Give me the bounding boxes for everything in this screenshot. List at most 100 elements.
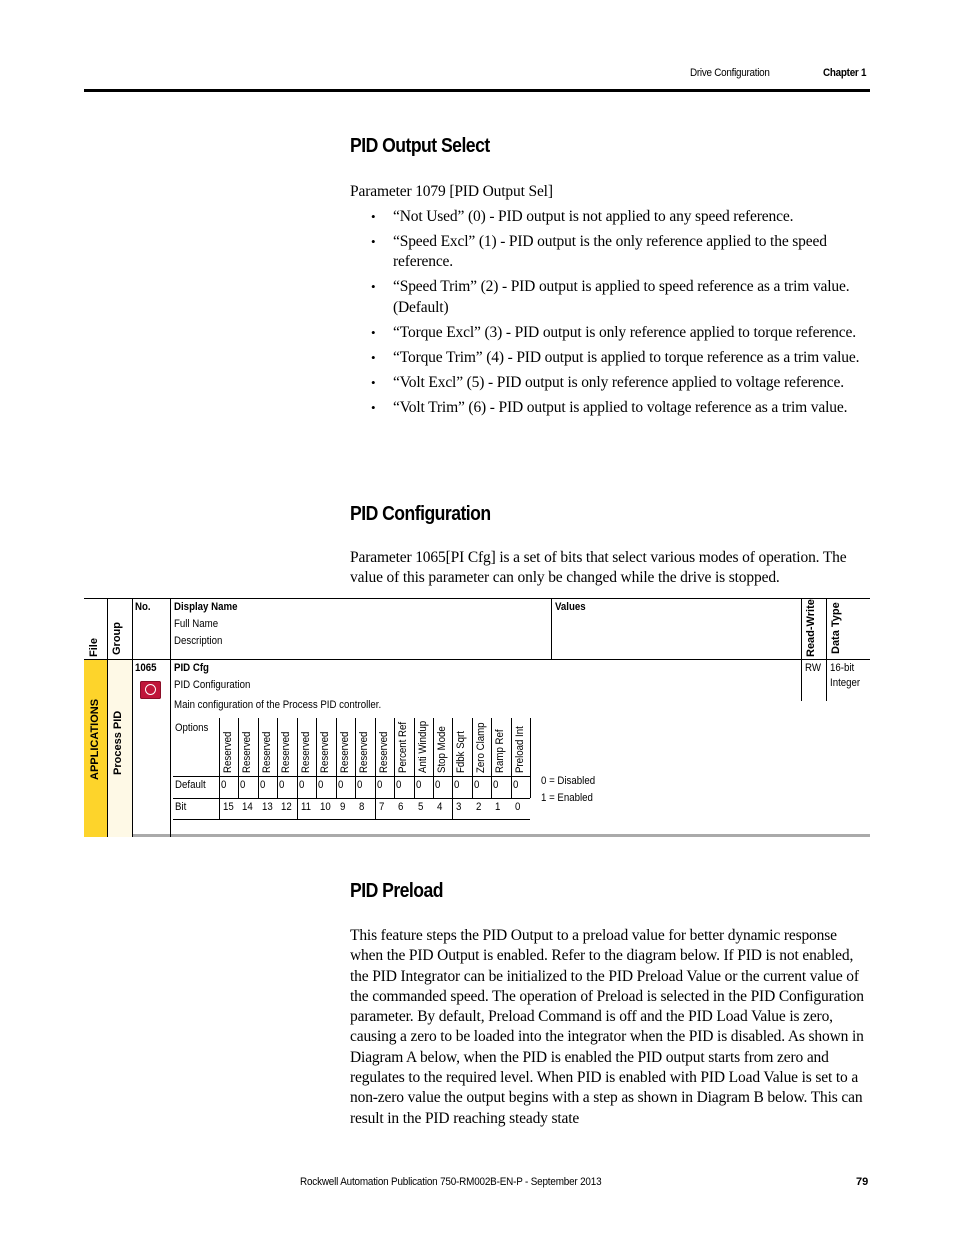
bit-option-label: Reserved xyxy=(377,731,390,773)
bit-default-value: 0 xyxy=(357,779,363,791)
header-rule xyxy=(84,89,870,92)
header-read-write: Read-Write xyxy=(805,599,817,657)
header-values: Values xyxy=(555,601,586,613)
row-label-bit: Bit xyxy=(175,801,187,813)
list-item: “Speed Excl” (1) - PID output is the onl… xyxy=(350,232,870,273)
bits-col-divider xyxy=(510,718,512,776)
bit-number: 9 xyxy=(339,801,346,813)
header-display-name: Display Name xyxy=(174,601,238,613)
bit-default-value: 0 xyxy=(221,779,227,791)
bits-col-divider xyxy=(335,718,337,776)
heading-pid-output-select: PID Output Select xyxy=(350,135,490,157)
value-legend-enabled: 1 = Enabled xyxy=(541,792,593,804)
bits-col-divider xyxy=(277,718,279,776)
bit-option-label: Reserved xyxy=(222,731,234,773)
bit-number: 8 xyxy=(359,801,365,813)
bits-col-divider xyxy=(296,718,298,776)
table-top-border xyxy=(84,598,870,599)
col-divider xyxy=(132,598,133,837)
col-divider xyxy=(801,598,802,701)
bits-col-divider xyxy=(491,718,493,776)
bit-number: 3 xyxy=(456,801,462,813)
bit-number: 0 xyxy=(514,801,521,813)
header-file: File xyxy=(88,638,100,657)
param-display-name: PID Cfg xyxy=(174,662,209,674)
bit-option-label: Reserved xyxy=(358,731,371,773)
bit-number: 14 xyxy=(242,801,254,813)
param-data-type-kind: Integer xyxy=(830,677,861,689)
header-full-name: Full Name xyxy=(174,618,219,630)
pid-configuration-text: Parameter 1065[PI Cfg] is a set of bits … xyxy=(350,549,847,587)
col-divider xyxy=(551,598,552,660)
bit-default-value: 0 xyxy=(415,779,421,791)
bits-col-divider xyxy=(219,776,220,798)
bit-number: 11 xyxy=(300,801,311,813)
heading-pid-configuration: PID Configuration xyxy=(350,503,491,525)
file-applications: APPLICATIONS xyxy=(89,698,101,780)
bit-option-label: Reserved xyxy=(319,731,332,773)
bits-col-divider xyxy=(530,718,532,798)
bit-option-label: Ramp Ref xyxy=(494,729,507,773)
bits-col-divider xyxy=(510,776,512,798)
group-process-pid: Process PID xyxy=(112,710,124,775)
bits-row-divider xyxy=(173,819,531,820)
bits-col-divider xyxy=(219,718,220,776)
list-item: “Volt Excl” (5) - PID output is only ref… xyxy=(350,373,870,394)
bits-col-divider xyxy=(238,718,240,776)
bit-option-label: Reserved xyxy=(299,731,312,773)
bits-row-divider xyxy=(173,776,531,777)
param-read-write: RW xyxy=(805,662,821,674)
bit-default-value: 0 xyxy=(512,779,519,791)
bit-option-label: Percent Ref xyxy=(397,721,410,773)
bit-default-value: 0 xyxy=(396,779,402,791)
bits-col-divider xyxy=(355,776,357,798)
running-header-section: Drive Configuration xyxy=(690,67,770,79)
bits-col-divider xyxy=(394,718,396,776)
bit-default-value: 0 xyxy=(298,779,305,791)
list-item: “Torque Trim” (4) - PID output is applie… xyxy=(350,348,870,369)
bit-default-value: 0 xyxy=(318,779,324,791)
bit-option-label: Preload Int xyxy=(513,726,526,773)
bit-default-value: 0 xyxy=(493,779,499,791)
bits-nibble-divider xyxy=(374,798,376,819)
bit-option-label: Zero Clamp xyxy=(474,722,487,773)
bits-col-divider xyxy=(296,776,298,798)
bit-number: 6 xyxy=(398,801,404,813)
bits-col-divider xyxy=(471,776,473,798)
bits-nibble-divider xyxy=(219,798,220,819)
param-description: Main configuration of the Process PID co… xyxy=(174,699,382,711)
bit-number: 15 xyxy=(223,801,234,813)
bits-col-divider xyxy=(432,718,434,776)
list-item: “Torque Excl” (3) - PID output is only r… xyxy=(350,323,870,344)
stop-required-icon xyxy=(140,681,161,699)
list-item: “Speed Trim” (2) - PID output is applied… xyxy=(350,277,870,318)
list-item: “Volt Trim” (6) - PID output is applied … xyxy=(350,398,870,419)
bit-number: 7 xyxy=(378,801,384,813)
bit-option-label: Reserved xyxy=(241,731,254,773)
bit-number: 2 xyxy=(475,801,482,813)
table-header-border xyxy=(84,659,870,660)
col-divider xyxy=(826,598,827,701)
pid-output-select-intro: Parameter 1079 [PID Output Sel] xyxy=(350,183,553,200)
bit-default-value: 0 xyxy=(240,779,246,791)
bit-number: 5 xyxy=(417,801,423,813)
bits-col-divider xyxy=(394,776,396,798)
param-full-name: PID Configuration xyxy=(174,679,251,691)
page-number: 79 xyxy=(856,1176,869,1188)
running-header-chapter: Chapter 1 xyxy=(823,67,867,79)
bit-number: 12 xyxy=(281,801,293,813)
bit-option-label: Fdbk Sqrt xyxy=(455,731,468,773)
bit-option-label: Reserved xyxy=(338,731,351,773)
bits-col-divider xyxy=(432,776,434,798)
bits-col-divider xyxy=(452,718,454,776)
table-bottom-border xyxy=(133,834,870,837)
bit-default-value: 0 xyxy=(434,779,441,791)
bit-number: 10 xyxy=(320,801,332,813)
bits-col-divider xyxy=(413,776,415,798)
bit-option-label: Reserved xyxy=(280,731,293,773)
bit-default-value: 0 xyxy=(473,779,480,791)
col-divider xyxy=(107,598,108,837)
bit-default-value: 0 xyxy=(279,779,285,791)
bits-col-divider xyxy=(257,718,259,776)
col-divider xyxy=(170,598,171,837)
